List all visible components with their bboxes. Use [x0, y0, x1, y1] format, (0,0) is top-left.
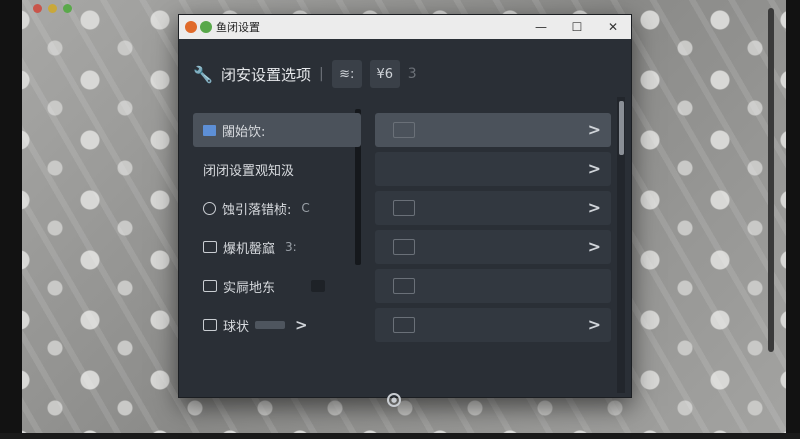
refresh-icon[interactable]: ●: [387, 393, 401, 407]
maximize-button[interactable]: ☐: [559, 15, 595, 39]
scrollbar-thumb[interactable]: [619, 101, 624, 155]
row-label-cell: 蚀引落错桢: C: [193, 191, 343, 225]
toolbar: 🔧 闭安设置选项 | ≋: ¥6 3: [193, 59, 493, 89]
value-box: [393, 278, 415, 294]
app-secondary-icon: [200, 21, 212, 33]
location-icon: [203, 280, 217, 292]
monitor-icon: [203, 124, 216, 136]
row-value-cell[interactable]: >: [375, 308, 611, 342]
row-value-cell[interactable]: [375, 269, 611, 303]
chevron-right-icon[interactable]: >: [588, 315, 601, 334]
row-suffix: C: [301, 201, 310, 215]
minimize-button[interactable]: —: [523, 15, 559, 39]
window-title: 鱼闭设置: [216, 21, 260, 34]
chevron-right-icon[interactable]: >: [588, 198, 601, 217]
blurred-value: [255, 321, 286, 329]
chevron-right-icon[interactable]: >: [295, 316, 308, 334]
settings-list: 闥始饮: > 闭闭设置观知汲 > 蚀引落错桢: C > 爆机罄窳 3: > 实屙…: [193, 113, 613, 347]
row-label: 实屙地东: [223, 280, 276, 296]
close-button[interactable]: ✕: [595, 15, 631, 39]
screen-edge-left: [0, 0, 22, 439]
chevron-right-icon[interactable]: >: [588, 159, 601, 178]
screen-edge-bottom: [0, 433, 800, 439]
settings-row-status[interactable]: 球状 > >: [193, 308, 613, 342]
window-body: 🔧 闭安设置选项 | ≋: ¥6 3 闥始饮: > 闭闭设置观知汲 > 蚀引落错…: [179, 39, 631, 407]
title-bar[interactable]: 鱼闭设置 — ☐ ✕: [179, 15, 631, 39]
row-label-cell: 球状 >: [193, 308, 343, 342]
value-box: [393, 317, 415, 333]
toolbar-faint-item[interactable]: 3: [408, 66, 417, 82]
filter-button[interactable]: ¥6: [369, 60, 400, 88]
star-icon: [203, 319, 217, 331]
desktop-scrollbar[interactable]: [768, 8, 774, 352]
row-value-cell[interactable]: >: [375, 230, 611, 264]
chevron-right-icon[interactable]: >: [588, 237, 601, 256]
settings-row-general[interactable]: 闭闭设置观知汲 >: [193, 152, 613, 186]
traffic-lights[interactable]: [33, 4, 72, 13]
row-value-cell[interactable]: >: [375, 152, 611, 186]
row-suffix: 3:: [285, 240, 297, 254]
zoom-dot[interactable]: [63, 4, 72, 13]
target-icon: [203, 201, 216, 215]
row-label-cell: 爆机罄窳 3:: [193, 230, 343, 264]
camera-icon: [203, 241, 217, 253]
row-value-cell[interactable]: >: [375, 191, 611, 225]
row-label: 球状: [223, 319, 250, 335]
toolbar-title: 闭安设置选项: [221, 65, 312, 84]
close-dot[interactable]: [33, 4, 42, 13]
row-label: 闥始饮:: [222, 124, 266, 140]
minimize-dot[interactable]: [48, 4, 57, 13]
value-box: [393, 239, 415, 255]
settings-window: 鱼闭设置 — ☐ ✕ 🔧 闭安设置选项 | ≋: ¥6 3 闥始饮: > 闭闭设…: [178, 14, 632, 407]
row-label: 蚀引落错桢:: [222, 202, 292, 218]
screen-edge-right: [786, 0, 800, 439]
window-controls: — ☐ ✕: [523, 15, 631, 39]
row-value-cell[interactable]: >: [375, 113, 611, 147]
value-box: [393, 200, 415, 216]
row-label-cell: 闥始饮:: [193, 113, 361, 147]
app-icon: [185, 21, 197, 33]
toolbar-separator: |: [319, 66, 324, 82]
wrench-icon: 🔧: [193, 64, 213, 84]
row-label: 爆机罄窳: [223, 241, 276, 257]
row-label-cell: 实屙地东: [193, 269, 343, 303]
value-box: [393, 122, 415, 138]
settings-row-engine[interactable]: 蚀引落错桢: C >: [193, 191, 613, 225]
row-label: 闭闭设置观知汲: [203, 163, 295, 179]
settings-row-location[interactable]: 实屙地东: [193, 269, 613, 303]
chevron-right-icon[interactable]: >: [588, 120, 601, 139]
layers-button[interactable]: ≋:: [331, 60, 362, 88]
toggle-indicator[interactable]: [311, 280, 326, 292]
row-label-cell: 闭闭设置观知汲: [193, 152, 343, 186]
settings-row-machine[interactable]: 爆机罄窳 3: >: [193, 230, 613, 264]
settings-row-display[interactable]: 闥始饮: >: [193, 113, 613, 147]
